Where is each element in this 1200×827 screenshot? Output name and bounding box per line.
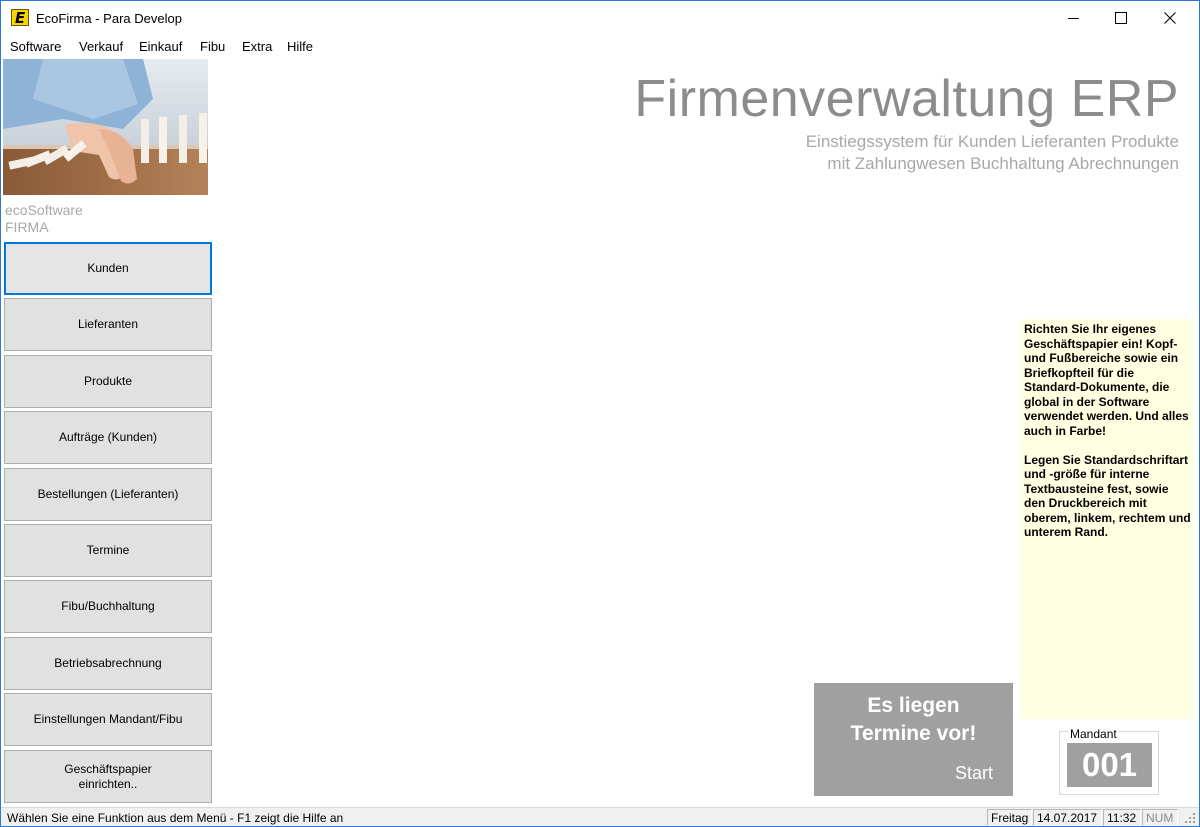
nav-label: Betriebsabrechnung [54,656,162,670]
nav-button-termine[interactable]: Termine [4,524,212,577]
mandant-value: 001 [1067,743,1152,787]
appointments-text-2: Termine vor! [850,722,977,745]
menu-bar: Software Verkauf Einkauf Fibu Extra Hilf… [1,37,1199,57]
nav-label: Produkte [83,374,133,388]
title-bar[interactable]: E EcoFirma - Para Develop [1,1,1199,35]
nav-button-geschaeftspapier[interactable]: Geschäftspapier einrichten.. [4,750,212,803]
nav-button-bestellungen[interactable]: Bestellungen (Lieferanten) [4,468,212,521]
nav-button-lieferanten[interactable]: Lieferanten [4,298,212,351]
nav-label: Termine [86,543,130,557]
nav-button-fibu[interactable]: Fibu/Buchhaltung [4,580,212,633]
nav-label: Bestellungen (Lieferanten) [37,487,179,501]
menu-software[interactable]: Software [10,39,61,54]
logo-letter: E [15,9,26,27]
menu-einkauf[interactable]: Einkauf [139,39,182,54]
appointments-text-1: Es liegen [867,694,960,717]
close-button[interactable] [1147,1,1193,35]
ecofirma-logo-icon[interactable]: E [11,9,29,27]
menu-fibu[interactable]: Fibu [200,39,225,54]
nav-label: Einstellungen Mandant/Fibu [33,712,183,726]
close-icon [1164,12,1176,24]
nav-label: Geschäftspapier einrichten.. [64,761,152,791]
brand-line-2: FIRMA [5,219,49,235]
page-subtitle-2: mit Zahlungwesen Buchhaltung Abrechnunge… [827,154,1179,173]
status-time: 11:32 [1103,809,1141,826]
page-title: Firmenverwaltung ERP [634,70,1179,128]
page-subtitle-1: Einstiegssystem für Kunden Lieferanten P… [805,132,1179,151]
app-window: E EcoFirma - Para Develop Software Verka… [0,0,1200,827]
resize-grip-icon[interactable] [1184,812,1196,824]
mandant-group: Mandant 001 [1059,727,1159,795]
nav-button-auftraege[interactable]: Aufträge (Kunden) [4,411,212,464]
nav-label: Aufträge (Kunden) [58,430,158,444]
nav-button-betriebsabrechnung[interactable]: Betriebsabrechnung [4,637,212,690]
status-day: Freitag [987,809,1032,826]
menu-hilfe[interactable]: Hilfe [287,39,313,54]
hint-paragraph-2: Legen Sie Standardschriftart und -größe … [1024,452,1191,540]
brand-line-1: ecoSoftware [5,202,83,218]
minimize-button[interactable] [1051,1,1097,35]
nav-label: Fibu/Buchhaltung [61,599,155,613]
window-title: EcoFirma - Para Develop [36,11,182,26]
nav-button-kunden[interactable]: Kunden [4,242,212,295]
nav-label: Kunden [87,261,129,275]
nav-label: Lieferanten [77,317,139,331]
nav-button-einstellungen[interactable]: Einstellungen Mandant/Fibu [4,693,212,746]
menu-verkauf[interactable]: Verkauf [79,39,123,54]
menu-extra[interactable]: Extra [242,39,272,54]
hero-image [3,59,208,195]
maximize-button[interactable] [1098,1,1144,35]
status-message: Wählen Sie eine Funktion aus dem Menü - … [7,811,344,825]
status-num-lock: NUM [1142,809,1178,826]
hint-paragraph-1: Richten Sie Ihr eigenes Geschäftspapier … [1024,322,1189,438]
hint-panel: Richten Sie Ihr eigenes Geschäftspapier … [1021,319,1193,719]
nav-button-produkte[interactable]: Produkte [4,355,212,408]
mandant-label: Mandant [1069,727,1118,741]
status-date: 14.07.2017 [1033,809,1102,826]
appointments-start-link[interactable]: Start [955,763,993,784]
appointments-box[interactable]: Es liegen Termine vor! Start [814,683,1013,796]
status-bar: Wählen Sie eine Funktion aus dem Menü - … [1,807,1199,826]
